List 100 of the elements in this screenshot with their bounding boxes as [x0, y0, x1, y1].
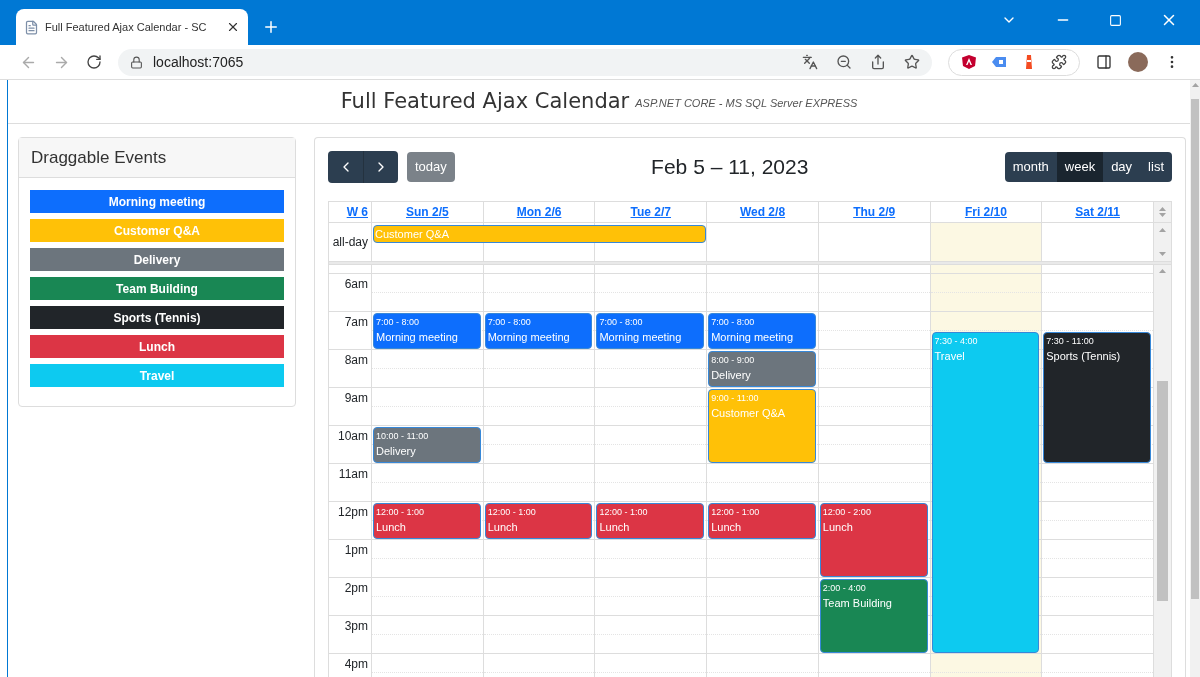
- calendar-title: Feb 5 – 11, 2023: [651, 154, 809, 181]
- next-button[interactable]: [363, 151, 398, 183]
- event-time: 7:30 - 11:00: [1046, 335, 1095, 348]
- event-title: Customer Q&A: [711, 406, 787, 421]
- calendar-event[interactable]: 7:30 - 11:00 Sports (Tennis): [1043, 332, 1151, 463]
- draggable-event[interactable]: Lunch: [30, 335, 284, 358]
- calendar-event[interactable]: 7:00 - 8:00 Morning meeting: [708, 313, 816, 349]
- scrollbar[interactable]: [1154, 202, 1171, 222]
- day-header-link[interactable]: Wed 2/8: [739, 203, 786, 221]
- scrollbar-thumb[interactable]: [1157, 381, 1168, 601]
- shield-icon[interactable]: [961, 54, 977, 70]
- calendar-event[interactable]: 12:00 - 1:00 Lunch: [484, 503, 593, 539]
- plus-icon[interactable]: [262, 18, 280, 36]
- event-title: Morning meeting: [376, 330, 459, 345]
- puzzle-icon[interactable]: [1051, 54, 1067, 70]
- calendar-event[interactable]: 12:00 - 1:00 Lunch: [596, 503, 705, 539]
- prev-button[interactable]: [328, 151, 363, 183]
- week-number-link[interactable]: W 6: [346, 203, 368, 221]
- calendar-event[interactable]: 8:00 - 9:00 Delivery: [708, 351, 816, 387]
- hour-label: 10am: [337, 428, 368, 443]
- hour-label: 3pm: [344, 618, 368, 633]
- close-icon[interactable]: [226, 20, 240, 34]
- browser-tab[interactable]: Full Featured Ajax Calendar - SC: [16, 9, 248, 45]
- url-text: localhost:7065: [153, 52, 245, 72]
- lock-icon: [130, 55, 143, 69]
- event-time: 7:00 - 8:00: [599, 316, 644, 329]
- side-panel-icon[interactable]: [1096, 54, 1112, 70]
- event-time: 8:00 - 9:00: [711, 354, 756, 367]
- tab-title: Full Featured Ajax Calendar - SC: [45, 19, 208, 35]
- hour-label: 4pm: [344, 656, 368, 671]
- draggable-event[interactable]: Delivery: [30, 248, 284, 271]
- event-time: 12:00 - 2:00: [822, 506, 872, 519]
- draggable-event[interactable]: Team Building: [30, 277, 284, 300]
- event-title: Lunch: [487, 520, 519, 535]
- day-header-link[interactable]: Fri 2/10: [964, 203, 1007, 221]
- event-title: Morning meeting: [711, 330, 795, 345]
- all-day-label: all-day: [332, 234, 368, 251]
- share-icon[interactable]: [870, 54, 886, 70]
- calendar-event[interactable]: 7:00 - 8:00 Morning meeting: [596, 313, 705, 349]
- hour-label: 6am: [344, 276, 368, 291]
- view-tab[interactable]: day: [1103, 152, 1141, 182]
- draggable-event[interactable]: Sports (Tennis): [30, 306, 284, 329]
- calendar-event[interactable]: 12:00 - 1:00 Lunch: [373, 503, 481, 539]
- calendar-event[interactable]: 7:00 - 8:00 Morning meeting: [373, 313, 481, 349]
- day-header-link[interactable]: Tue 2/7: [630, 203, 671, 221]
- event-title: Lunch: [599, 520, 631, 535]
- day-header-link[interactable]: Sat 2/11: [1075, 203, 1120, 221]
- translate-icon[interactable]: [802, 54, 818, 70]
- event-title: Sports (Tennis): [1046, 349, 1122, 364]
- reload-icon[interactable]: [86, 54, 102, 70]
- event-time: 9:00 - 11:00: [711, 392, 760, 405]
- draggable-event[interactable]: Morning meeting: [30, 190, 284, 213]
- view-tab[interactable]: list: [1140, 152, 1172, 182]
- event-time: 10:00 - 11:00: [376, 430, 430, 443]
- calendar-event[interactable]: 12:00 - 2:00 Lunch: [819, 503, 928, 577]
- event-title: Delivery: [376, 444, 417, 459]
- page-scrollbar[interactable]: [1190, 80, 1200, 677]
- event-title: Lunch: [376, 520, 407, 535]
- event-time: 12:00 - 1:00: [487, 506, 537, 519]
- maximize-icon[interactable]: [1109, 13, 1122, 27]
- page-title: Full Featured Ajax Calendar: [340, 87, 630, 115]
- scrollbar[interactable]: [1154, 265, 1171, 677]
- avatar[interactable]: [1128, 52, 1148, 72]
- today-button[interactable]: today: [407, 152, 455, 182]
- event-title: Team Building: [822, 596, 893, 611]
- view-tab[interactable]: month: [1004, 152, 1057, 182]
- scroll-up-icon[interactable]: [1191, 83, 1199, 87]
- scroll-down-icon[interactable]: [1159, 213, 1166, 217]
- event-time: 7:00 - 8:00: [376, 316, 421, 329]
- calendar-event[interactable]: 2:00 - 4:00 Team Building: [819, 579, 928, 653]
- zoom-out-icon[interactable]: [836, 54, 852, 70]
- day-header-link[interactable]: Mon 2/6: [516, 203, 562, 221]
- hour-label: 11am: [338, 466, 368, 481]
- scroll-up-icon[interactable]: [1159, 228, 1166, 232]
- scrollbar[interactable]: [1154, 223, 1171, 261]
- view-tab[interactable]: week: [1056, 152, 1104, 182]
- hour-label: 7am: [344, 314, 368, 329]
- hour-label: 9am: [344, 390, 368, 405]
- scroll-down-icon[interactable]: [1159, 252, 1166, 256]
- calendar-event[interactable]: 12:00 - 1:00 Lunch: [708, 503, 816, 539]
- address-bar[interactable]: localhost:7065: [118, 48, 932, 76]
- event-time: 2:00 - 4:00: [822, 582, 867, 595]
- calendar-event[interactable]: 7:00 - 8:00 Morning meeting: [484, 313, 593, 349]
- scroll-up-icon[interactable]: [1159, 269, 1166, 273]
- event-time: 7:00 - 8:00: [711, 316, 756, 329]
- page-icon[interactable]: [24, 19, 39, 35]
- calendar-event[interactable]: 10:00 - 11:00 Delivery: [373, 427, 481, 463]
- event-time: 12:00 - 1:00: [711, 506, 761, 519]
- page-subtitle: ASP.NET CORE - MS SQL Server EXPRESS: [635, 96, 858, 112]
- scroll-up-icon[interactable]: [1159, 207, 1166, 211]
- tag-icon[interactable]: [991, 54, 1007, 70]
- event-title: Lunch: [711, 520, 743, 535]
- event-title: Morning meeting: [599, 330, 683, 345]
- star-icon[interactable]: [904, 54, 920, 70]
- event-title: Lunch: [822, 520, 854, 535]
- event-time: 7:00 - 8:00: [487, 316, 532, 329]
- day-header-link[interactable]: Thu 2/9: [853, 203, 896, 221]
- day-header-link[interactable]: Sun 2/5: [406, 203, 449, 221]
- event-title: Travel: [934, 349, 966, 364]
- hour-label: 12pm: [337, 504, 368, 519]
